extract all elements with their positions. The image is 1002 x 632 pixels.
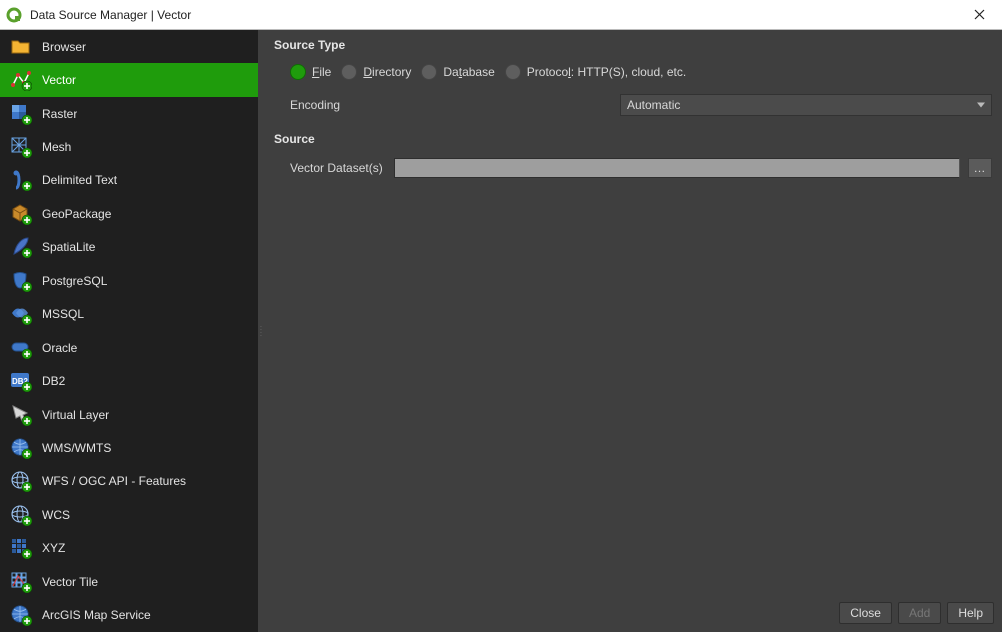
globegrid-icon [10, 504, 32, 526]
postgres-icon [10, 270, 32, 292]
raster-icon [10, 103, 32, 125]
sidebar-item-label: Oracle [42, 341, 77, 355]
sidebar-item-delimited[interactable]: Delimited Text [0, 164, 258, 197]
sidebar-item-vectortile[interactable]: Vector Tile [0, 565, 258, 598]
geopkg-icon [10, 203, 32, 225]
mesh-icon [10, 136, 32, 158]
virtual-icon [10, 404, 32, 426]
sidebar-item-wfs[interactable]: WFS / OGC API - Features [0, 465, 258, 498]
source-heading: Source [274, 132, 992, 146]
sidebar-item-postgresql[interactable]: PostgreSQL [0, 264, 258, 297]
delim-icon [10, 169, 32, 191]
sidebar-item-label: Vector [42, 73, 76, 87]
sidebar-item-mesh[interactable]: Mesh [0, 130, 258, 163]
title-bar: Data Source Manager | Vector [0, 0, 1002, 30]
browse-button[interactable]: … [968, 158, 992, 178]
encoding-label: Encoding [290, 98, 620, 112]
grip-icon: ···· [260, 325, 263, 337]
source-type-directory-radio[interactable]: Directory [341, 64, 411, 80]
sidebar-item-geopackage[interactable]: GeoPackage [0, 197, 258, 230]
feather-icon [10, 236, 32, 258]
radio-label: Protocol: HTTP(S), cloud, etc. [527, 65, 686, 79]
sidebar-item-db2[interactable]: DB2 DB2 [0, 364, 258, 397]
sidebar-item-browser[interactable]: Browser [0, 30, 258, 63]
sidebar-item-wcs[interactable]: WCS [0, 498, 258, 531]
encoding-select-value: Automatic [627, 98, 680, 112]
window-close-button[interactable] [962, 0, 996, 30]
source-type-database-radio[interactable]: Database [421, 64, 494, 80]
sidebar-item-vector[interactable]: Vector [0, 63, 258, 96]
source-type-file-radio[interactable]: File [290, 64, 331, 80]
radio-label: File [312, 65, 331, 79]
add-button[interactable]: Add [898, 602, 941, 624]
sidebar-item-virtual[interactable]: Virtual Layer [0, 398, 258, 431]
sidebar-item-raster[interactable]: Raster [0, 97, 258, 130]
sidebar-item-xyz[interactable]: XYZ [0, 532, 258, 565]
vector-datasets-input[interactable] [394, 158, 960, 178]
sidebar-item-label: Mesh [42, 140, 71, 154]
sidebar-item-label: PostgreSQL [42, 274, 107, 288]
radio-dot-icon [341, 64, 357, 80]
radio-dot-icon [290, 64, 306, 80]
sidebar-item-label: Virtual Layer [42, 408, 109, 422]
sidebar-item-spatialite[interactable]: SpatiaLite [0, 231, 258, 264]
radio-label: Directory [363, 65, 411, 79]
source-type-heading: Source Type [274, 38, 992, 52]
sidebar-item-label: WFS / OGC API - Features [42, 474, 186, 488]
folder-icon [10, 36, 32, 58]
sidebar-item-label: ArcGIS Map Service [42, 608, 151, 622]
help-button[interactable]: Help [947, 602, 994, 624]
close-button[interactable]: Close [839, 602, 892, 624]
sidebar-item-label: WMS/WMTS [42, 441, 111, 455]
sidebar-item-label: MSSQL [42, 307, 84, 321]
sidebar-item-label: GeoPackage [42, 207, 111, 221]
source-type-radio-group: File Directory Database Protocol: HTTP(S… [290, 64, 992, 80]
sidebar-item-label: DB2 [42, 374, 65, 388]
globe-icon [10, 437, 32, 459]
vector-icon [10, 69, 32, 91]
radio-label: Database [443, 65, 494, 79]
radio-dot-icon [421, 64, 437, 80]
globe-icon [10, 604, 32, 626]
mssql-icon [10, 303, 32, 325]
db2-icon: DB2 [10, 370, 32, 392]
xyz-icon [10, 537, 32, 559]
main-panel: Source Type File Directory Database Prot… [264, 30, 1002, 632]
source-type-protocol-radio[interactable]: Protocol: HTTP(S), cloud, etc. [505, 64, 686, 80]
globegrid-icon [10, 470, 32, 492]
dialog-footer: Close Add Help [264, 594, 1002, 632]
sidebar-item-label: Vector Tile [42, 575, 98, 589]
close-icon [974, 9, 985, 20]
sidebar-item-label: Raster [42, 107, 77, 121]
sidebar-item-label: Browser [42, 40, 86, 54]
sidebar-item-arcgis[interactable]: ArcGIS Map Service [0, 598, 258, 631]
sidebar: Browser Vector Raster Mesh Delimited Text Geo… [0, 30, 258, 632]
sidebar-item-label: SpatiaLite [42, 240, 95, 254]
sidebar-item-mssql[interactable]: MSSQL [0, 298, 258, 331]
oracle-icon [10, 337, 32, 359]
window-title: Data Source Manager | Vector [30, 8, 962, 22]
sidebar-item-label: WCS [42, 508, 70, 522]
vector-datasets-label: Vector Dataset(s) [290, 161, 386, 175]
chevron-down-icon [977, 103, 985, 108]
encoding-select[interactable]: Automatic [620, 94, 992, 116]
radio-dot-icon [505, 64, 521, 80]
sidebar-item-label: Delimited Text [42, 173, 117, 187]
sidebar-item-label: XYZ [42, 541, 65, 555]
qgis-app-icon [6, 7, 22, 23]
sidebar-item-wmswmts[interactable]: WMS/WMTS [0, 431, 258, 464]
vectortile-icon [10, 571, 32, 593]
sidebar-item-oracle[interactable]: Oracle [0, 331, 258, 364]
